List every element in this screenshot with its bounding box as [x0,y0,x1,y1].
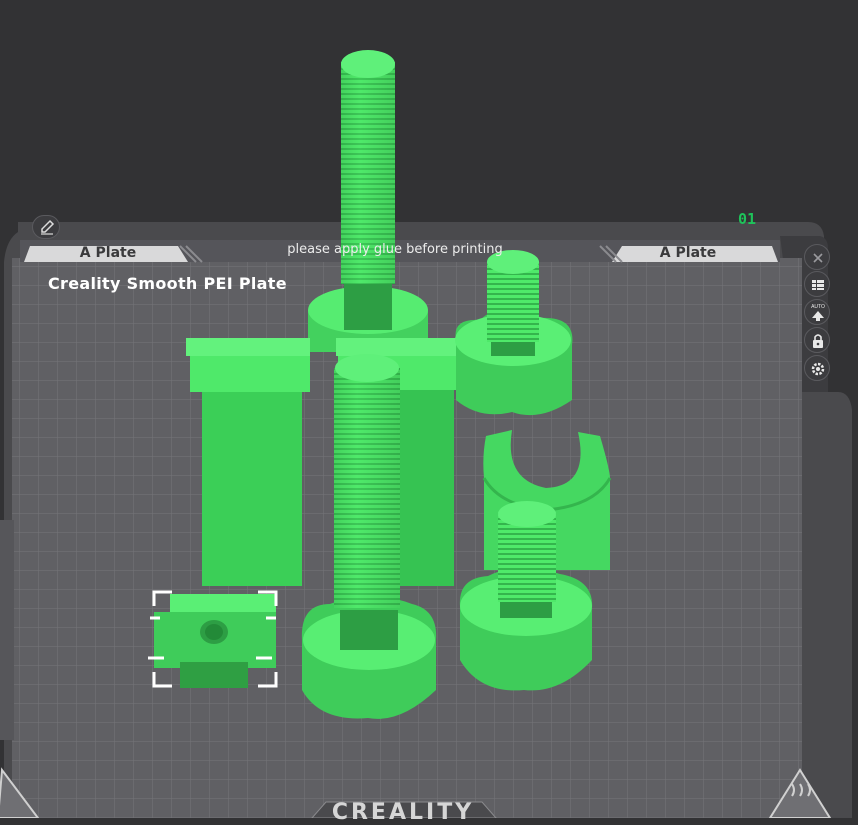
brand-logo: CREALITY [331,800,475,825]
list-icon [812,280,824,290]
tall-bolt-model[interactable] [308,50,428,352]
plate-settings-button[interactable] [804,355,830,381]
lock-button[interactable] [804,327,830,353]
plate-left-fade [0,520,14,740]
viewport-3d[interactable] [0,0,858,818]
gear-icon [811,362,825,376]
edit-plate-button[interactable] [32,215,60,239]
close-plate-button[interactable] [804,244,830,270]
arrange-list-button[interactable] [804,271,830,297]
plate-number: 01 [738,210,757,228]
plate-tab-label-left[interactable]: A Plate [40,245,176,261]
lock-icon [813,334,823,348]
plate-tab-label-right[interactable]: A Plate [620,245,756,261]
plate-name: Creality Smooth PEI Plate [48,274,287,293]
auto-orient-icon: AUTO [811,304,825,321]
glue-notice: please apply glue before printing [287,242,503,257]
close-icon [813,253,823,263]
pencil-icon [41,219,55,235]
auto-label: AUTO [811,304,825,310]
auto-orient-button[interactable]: AUTO [804,299,830,325]
